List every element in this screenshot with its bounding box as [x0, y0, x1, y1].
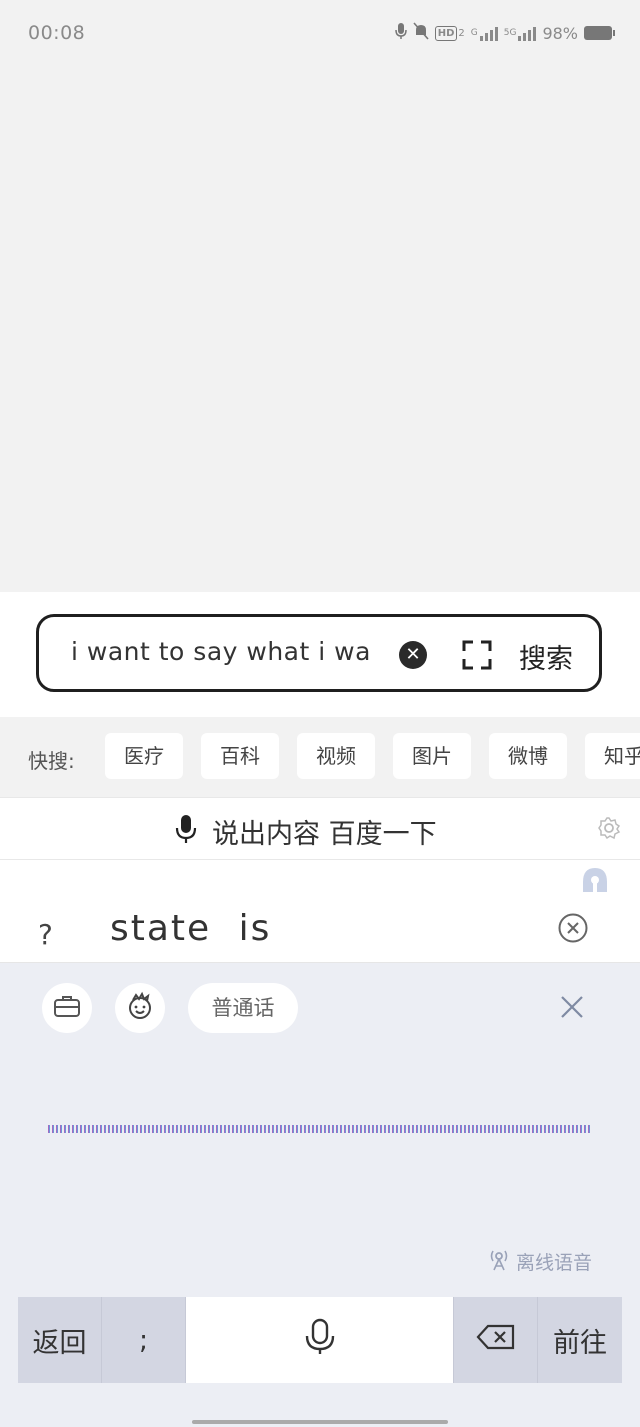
- search-box[interactable]: i want to say what i wa ✕ 搜索: [36, 614, 602, 692]
- quick-item-images[interactable]: 图片: [393, 733, 471, 779]
- backspace-icon: [476, 1324, 516, 1357]
- close-icon[interactable]: [560, 995, 584, 1019]
- hd-sub: 2: [458, 27, 465, 39]
- gear-icon[interactable]: [597, 816, 621, 840]
- briefcase-icon: [53, 994, 81, 1022]
- signal-icon: [479, 25, 498, 41]
- offline-voice-label: 离线语音: [516, 1252, 593, 1274]
- assistant-avatar-icon[interactable]: [581, 866, 609, 894]
- microphone-key[interactable]: [186, 1297, 454, 1383]
- quick-search-bar: 快搜: 医疗 百科 视频 图片 微博 知乎: [0, 717, 640, 797]
- microphone-icon: [394, 22, 407, 44]
- microphone-icon: [175, 814, 197, 844]
- voice-input-panel: 普通话 离线语音 返回 ; 前往: [0, 963, 640, 1427]
- recognition-prefix: ?: [38, 918, 53, 951]
- language-selector[interactable]: 普通话: [188, 983, 298, 1033]
- keyboard-row: 返回 ; 前往: [18, 1297, 622, 1383]
- search-input[interactable]: i want to say what i wa: [71, 637, 371, 666]
- status-time: 00:08: [28, 22, 86, 44]
- expand-icon[interactable]: [461, 639, 493, 671]
- network-label-1: G: [470, 28, 478, 38]
- offline-voice-toggle[interactable]: 离线语音: [488, 1247, 592, 1276]
- smiley-face-icon: [125, 991, 155, 1025]
- go-key[interactable]: 前往: [538, 1297, 622, 1383]
- status-icons: HD 2 G 5G 98%: [394, 22, 615, 44]
- voice-bar-label: 说出内容 百度一下: [212, 819, 437, 850]
- mute-bell-icon: [413, 22, 429, 44]
- battery-percent: 98%: [542, 23, 578, 43]
- recognized-text: state is: [110, 908, 272, 949]
- signal-icon-2: [518, 25, 537, 41]
- quick-item-weibo[interactable]: 微博: [489, 733, 567, 779]
- quick-item-zhihu[interactable]: 知乎: [585, 733, 640, 779]
- back-key[interactable]: 返回: [18, 1297, 102, 1383]
- quick-search-label: 快搜:: [28, 749, 75, 773]
- voice-waveform: [48, 1125, 590, 1133]
- status-bar: 00:08 HD 2 G 5G 98%: [0, 0, 640, 70]
- semicolon-key[interactable]: ;: [102, 1297, 186, 1383]
- broadcast-icon: [488, 1247, 510, 1276]
- quick-item-medical[interactable]: 医疗: [105, 733, 183, 779]
- quick-search-items: 医疗 百科 视频 图片 微博 知乎: [105, 733, 640, 779]
- clear-recognition-icon[interactable]: [558, 913, 588, 943]
- backspace-key[interactable]: [454, 1297, 538, 1383]
- battery-icon: [584, 26, 615, 40]
- voice-search-bar[interactable]: 说出内容 百度一下: [0, 797, 640, 860]
- quick-item-video[interactable]: 视频: [297, 733, 375, 779]
- toolbox-button[interactable]: [42, 983, 92, 1033]
- recognition-area: ? state is: [0, 860, 640, 963]
- home-indicator[interactable]: [192, 1420, 448, 1424]
- network-label-2: 5G: [503, 28, 517, 38]
- voice-character-button[interactable]: [115, 983, 165, 1033]
- hd-badge: HD: [434, 25, 458, 41]
- search-button[interactable]: 搜索: [519, 637, 573, 676]
- microphone-icon: [303, 1318, 337, 1363]
- quick-item-encyclopedia[interactable]: 百科: [201, 733, 279, 779]
- clear-icon[interactable]: ✕: [399, 641, 427, 669]
